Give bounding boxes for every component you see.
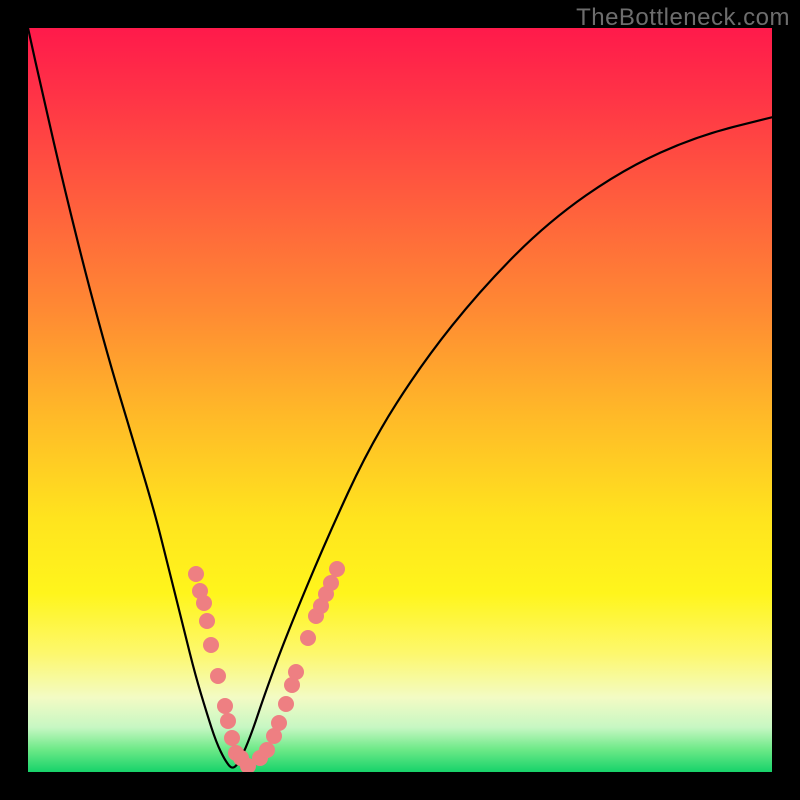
data-marker	[217, 698, 233, 714]
chart-plot-area	[28, 28, 772, 772]
chart-svg	[28, 28, 772, 772]
data-marker	[271, 715, 287, 731]
data-marker	[199, 613, 215, 629]
data-marker	[329, 561, 345, 577]
bottleneck-curve	[28, 28, 772, 768]
data-marker	[259, 742, 275, 758]
marker-group	[188, 561, 345, 772]
data-marker	[210, 668, 226, 684]
data-marker	[300, 630, 316, 646]
data-marker	[196, 595, 212, 611]
data-marker	[323, 575, 339, 591]
data-marker	[278, 696, 294, 712]
data-marker	[220, 713, 236, 729]
data-marker	[203, 637, 219, 653]
data-marker	[224, 730, 240, 746]
data-marker	[288, 664, 304, 680]
data-marker	[188, 566, 204, 582]
watermark-text: TheBottleneck.com	[576, 4, 790, 32]
